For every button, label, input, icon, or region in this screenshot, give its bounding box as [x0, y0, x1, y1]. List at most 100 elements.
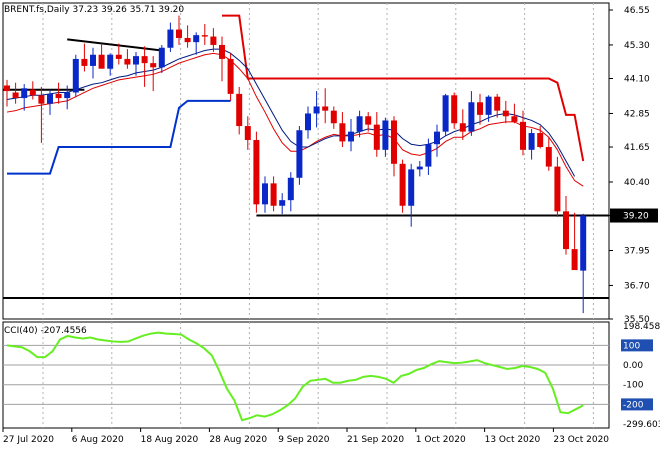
resistance-trend-line [67, 38, 162, 52]
candle [399, 159, 406, 213]
candle-body [124, 58, 131, 65]
y-tick-label: 44.10 [624, 75, 650, 85]
candle-body [115, 54, 122, 59]
candle-body [176, 29, 182, 38]
candle-body [528, 133, 535, 150]
candle-body [90, 54, 96, 66]
candle-body [468, 102, 475, 132]
candle-body [287, 177, 294, 201]
candle-body [554, 166, 561, 212]
candle-body [459, 123, 466, 132]
candle-body [330, 110, 337, 124]
candle-body [98, 54, 105, 69]
candle-body [563, 211, 569, 250]
candle-body [434, 131, 440, 145]
candle-body [150, 63, 157, 68]
candle [236, 86, 243, 135]
candle [511, 103, 518, 124]
candle [193, 32, 200, 55]
candle-body [391, 120, 397, 164]
cci-level-label: -100 [623, 381, 644, 391]
candle-body [219, 44, 225, 59]
candle [356, 110, 363, 138]
x-tick-label: 1 Oct 2020 [416, 435, 466, 445]
candle-body [520, 121, 526, 150]
candle [391, 116, 397, 177]
candle-body [262, 183, 268, 205]
x-tick-label: 23 Oct 2020 [553, 435, 609, 445]
candle-body [365, 116, 372, 125]
candle-body [425, 144, 432, 167]
y-tick-label: 46.55 [624, 6, 650, 16]
candle [296, 126, 303, 185]
candle [468, 91, 475, 136]
candle-body [29, 89, 36, 96]
y-tick-label: 42.85 [624, 109, 650, 119]
candle [382, 117, 389, 157]
candle-body [184, 37, 191, 43]
candle [451, 92, 458, 129]
candle [29, 81, 36, 100]
x-tick-label: 21 Sep 2020 [347, 435, 404, 445]
candle [528, 128, 535, 160]
candle-body [382, 120, 389, 150]
x-tick-label: 18 Aug 2020 [141, 435, 199, 445]
main-price-panel [2, 2, 610, 320]
x-tick-label: 9 Sep 2020 [278, 435, 330, 445]
candle [305, 106, 311, 139]
candle [244, 116, 251, 150]
candle-body [201, 35, 208, 37]
candle [485, 95, 492, 122]
candle-body [141, 56, 148, 64]
candle-body [244, 126, 251, 141]
candle [12, 82, 19, 104]
cci-scale-min: -299.603 [623, 420, 660, 430]
candle-body [64, 92, 71, 99]
main-panel-frame [2, 2, 610, 320]
y-tick-label: 40.40 [624, 178, 650, 188]
candle [502, 100, 509, 124]
candle-body [279, 200, 286, 206]
candle-body [442, 95, 449, 132]
candle [184, 25, 191, 48]
candle [330, 106, 337, 129]
candle [262, 176, 268, 213]
candle-body [47, 93, 53, 104]
candle-body [511, 116, 518, 122]
candle-body [408, 169, 415, 206]
candle-body [451, 95, 458, 124]
candle [158, 44, 165, 73]
candle-body [38, 95, 45, 104]
candle-body [477, 102, 483, 115]
candle-body [339, 123, 346, 142]
candle [545, 137, 552, 171]
candle [141, 46, 148, 87]
candle [442, 93, 449, 136]
cci-scale-max: 198.4581 [623, 322, 660, 332]
candle-body [227, 58, 234, 94]
candle-body [193, 35, 200, 43]
candle [107, 53, 114, 76]
price-chart: 27 Jul 2020 6 Aug 2020 18 Aug 2020 28 Aug 2… [2, 2, 660, 445]
candle-body [253, 140, 260, 205]
candle [270, 176, 277, 212]
y-tick-label: 37.95 [624, 246, 650, 256]
candle [408, 163, 415, 227]
current-price-label: 39.20 [623, 212, 649, 222]
y-tick-label: 45.30 [624, 41, 650, 51]
candle-body [158, 47, 165, 68]
candle-body [12, 92, 19, 99]
candle-body [236, 93, 243, 127]
candle [339, 112, 346, 148]
candle [90, 47, 96, 79]
candle-body [296, 130, 303, 178]
candle [287, 172, 294, 212]
candle-body [356, 116, 363, 132]
candle-body [72, 58, 79, 93]
candle [477, 93, 483, 125]
candle-body [571, 249, 578, 271]
candle-body [416, 166, 423, 170]
candle-body [81, 58, 88, 66]
candle [279, 193, 286, 215]
candle [348, 119, 354, 152]
